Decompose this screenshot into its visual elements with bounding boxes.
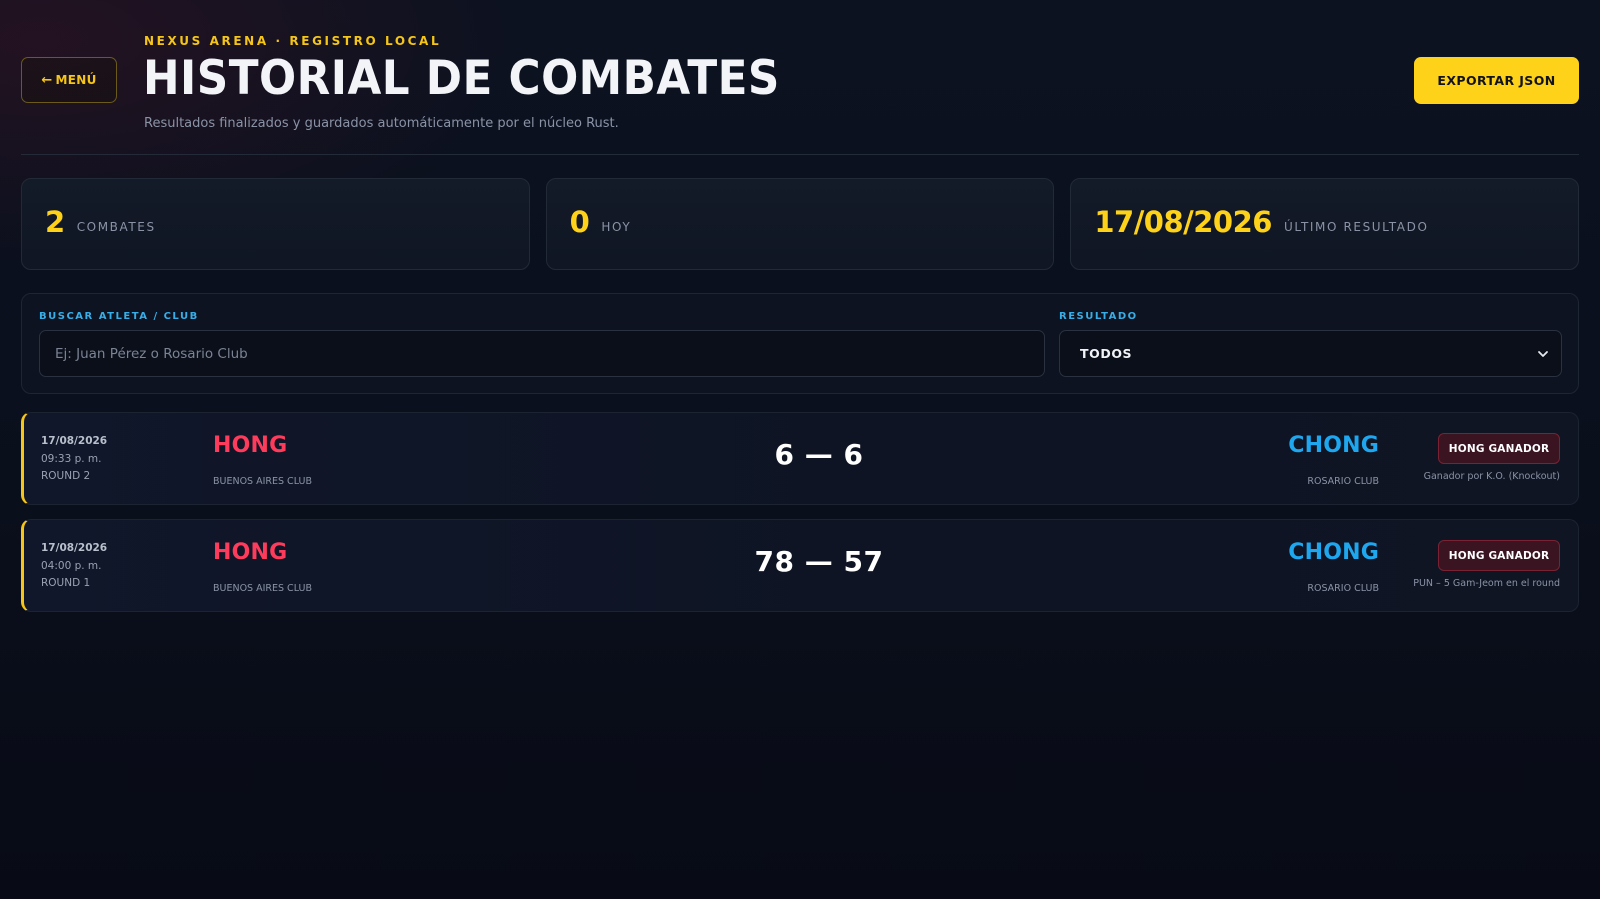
- fight-meta: 17/08/2026 04:00 p. m. ROUND 1: [41, 540, 107, 593]
- result-select-value: TODOS: [1080, 346, 1133, 361]
- stat-label: HOY: [601, 220, 632, 234]
- search-label: BUSCAR ATLETA / CLUB: [39, 311, 199, 322]
- fight-row[interactable]: 17/08/2026 09:33 p. m. ROUND 2 HONG BUEN…: [21, 412, 1579, 505]
- menu-back-label: MENÚ: [55, 73, 97, 87]
- blue-athlete-club: ROSARIO CLUB: [1307, 583, 1379, 594]
- fight-score: 6 — 6: [774, 438, 864, 471]
- arrow-left-icon: ←: [41, 72, 53, 88]
- fight-meta: 17/08/2026 09:33 p. m. ROUND 2: [41, 433, 107, 486]
- result-label: RESULTADO: [1059, 311, 1138, 322]
- fight-list: 17/08/2026 09:33 p. m. ROUND 2 HONG BUEN…: [21, 412, 1579, 626]
- search-input[interactable]: [39, 330, 1045, 377]
- winner-badge: HONG GANADOR: [1438, 540, 1560, 571]
- result-note: Ganador por K.O. (Knockout): [1423, 471, 1560, 482]
- menu-back-button[interactable]: ← MENÚ: [21, 57, 117, 103]
- page-header: ← MENÚ NEXUS ARENA · REGISTRO LOCAL HIST…: [21, 0, 1579, 155]
- stat-card-ultimo-resultado: 17/08/2026 ÚLTIMO RESULTADO: [1070, 178, 1580, 270]
- page-subtitle: Resultados finalizados y guardados autom…: [144, 116, 619, 131]
- stats-row: 2 COMBATES 0 HOY 17/08/2026 ÚLTIMO RESUL…: [21, 178, 1580, 270]
- fight-row[interactable]: 17/08/2026 04:00 p. m. ROUND 1 HONG BUEN…: [21, 519, 1579, 612]
- result-select[interactable]: TODOS: [1059, 330, 1562, 377]
- red-athlete-name: HONG: [213, 540, 288, 565]
- fight-date: 17/08/2026: [41, 435, 108, 447]
- fight-round: ROUND 2: [41, 470, 91, 482]
- fight-round: ROUND 1: [41, 577, 91, 589]
- blue-athlete-name: CHONG: [1288, 433, 1379, 458]
- result-note: PUN – 5 Gam-Jeom en el round: [1413, 578, 1560, 589]
- filters-panel: BUSCAR ATLETA / CLUB RESULTADO TODOS: [21, 293, 1579, 394]
- fight-date: 17/08/2026: [41, 542, 108, 554]
- fight-score: 78 — 57: [754, 545, 884, 578]
- stat-value: 0: [569, 205, 590, 239]
- chevron-down-icon: [1538, 351, 1548, 357]
- stat-card-hoy: 0 HOY: [545, 178, 1055, 270]
- fight-time: 04:00 p. m.: [41, 559, 102, 572]
- blue-athlete-club: ROSARIO CLUB: [1307, 476, 1379, 487]
- page-kicker: NEXUS ARENA · REGISTRO LOCAL: [144, 34, 442, 48]
- stat-value: 2: [45, 205, 65, 239]
- export-json-button[interactable]: EXPORTAR JSON: [1414, 57, 1579, 104]
- page-title: HISTORIAL DE COMBATES: [143, 51, 780, 106]
- stat-card-combates: 2 COMBATES: [21, 178, 530, 270]
- stat-value: 17/08/2026: [1094, 205, 1272, 239]
- fight-time: 09:33 p. m.: [41, 452, 102, 465]
- blue-athlete-name: CHONG: [1288, 540, 1379, 565]
- winner-badge: HONG GANADOR: [1438, 433, 1560, 464]
- red-athlete-club: BUENOS AIRES CLUB: [213, 476, 312, 487]
- red-athlete-club: BUENOS AIRES CLUB: [213, 583, 312, 594]
- red-athlete-name: HONG: [213, 433, 288, 458]
- stat-label: ÚLTIMO RESULTADO: [1283, 220, 1429, 234]
- stat-label: COMBATES: [76, 220, 156, 234]
